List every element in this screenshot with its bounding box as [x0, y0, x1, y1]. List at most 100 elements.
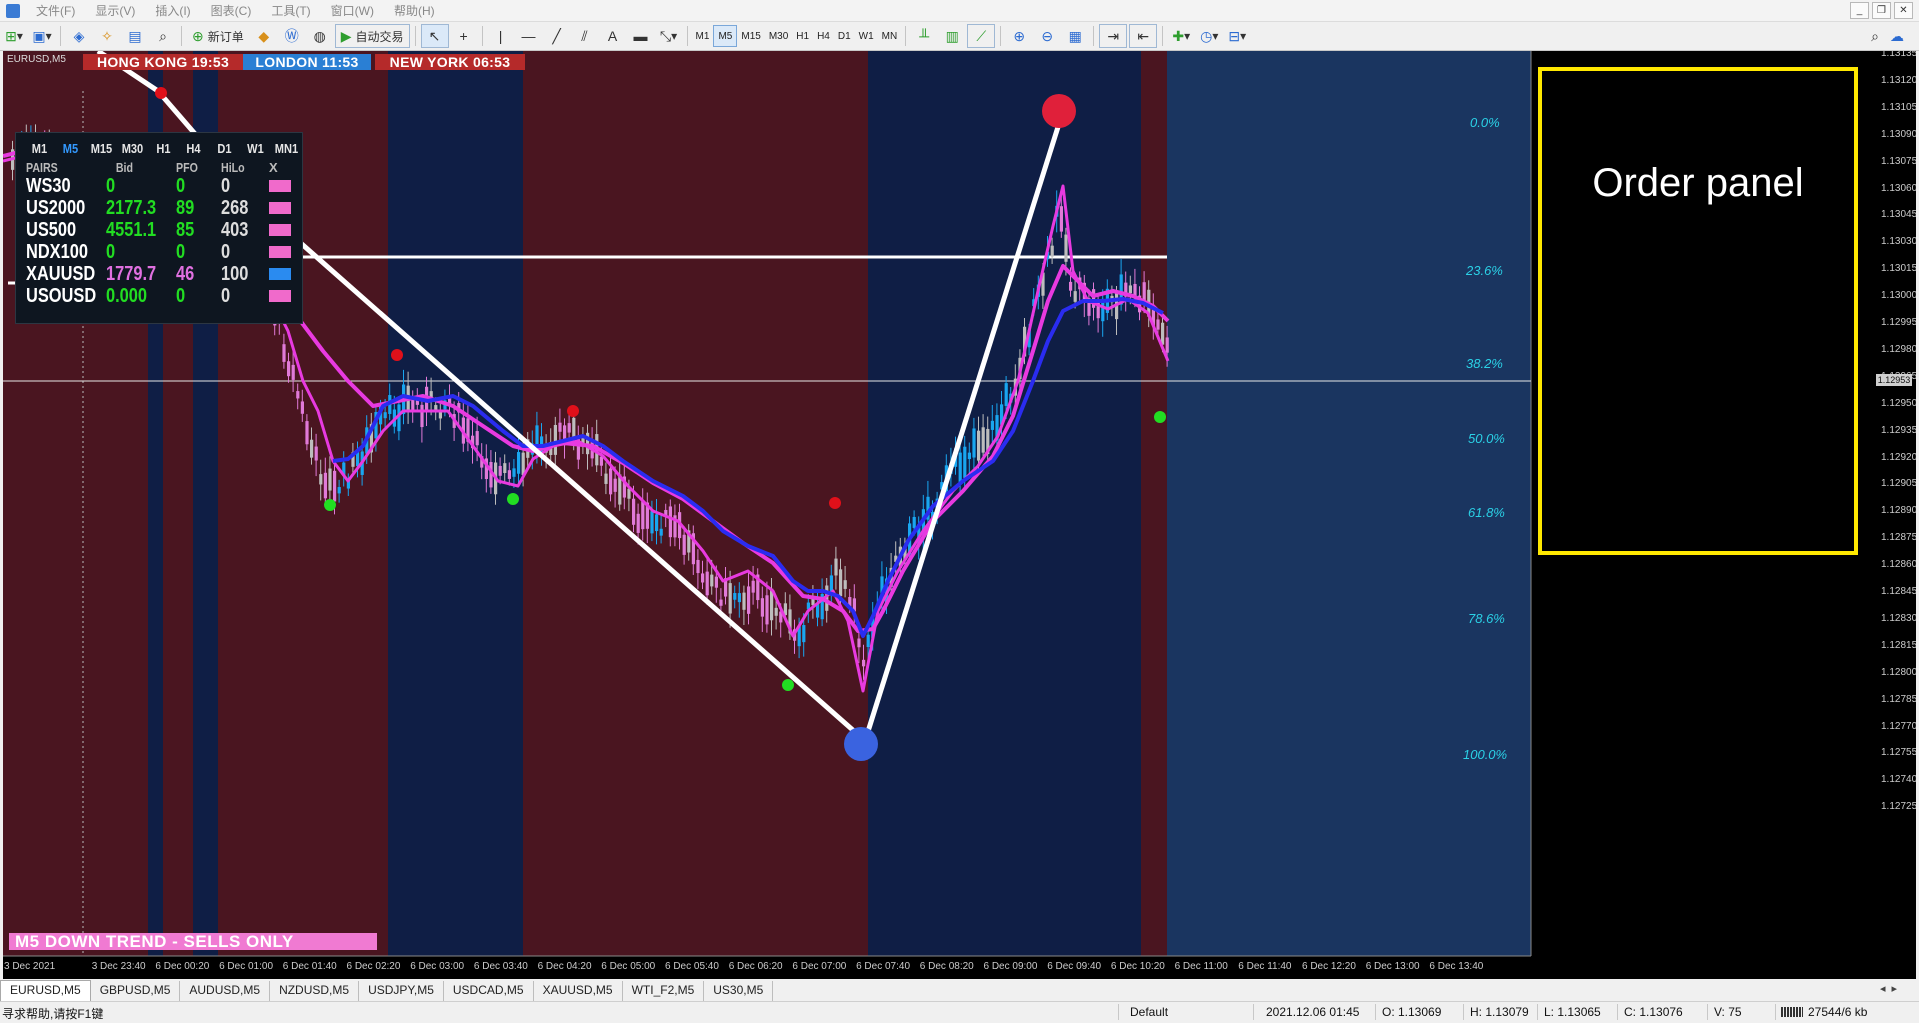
overview-tf-mn1[interactable]: MN1 [273, 141, 299, 156]
line-chart-icon[interactable]: ⟋ [967, 24, 996, 48]
chart-shift-icon[interactable]: ⇤ [1129, 24, 1158, 48]
horizontal-line-icon[interactable]: — [516, 25, 542, 47]
overview-tf-h4[interactable]: H4 [181, 141, 207, 156]
signals-icon[interactable]: Ⓦ [279, 25, 305, 47]
timeframe-m1[interactable]: M1 [692, 26, 714, 46]
status-separator [1375, 1004, 1376, 1020]
app-icon [6, 3, 20, 18]
timeframe-m5[interactable]: M5 [713, 25, 738, 47]
new-order-button[interactable]: ⊕ 新订单 [187, 25, 249, 47]
candlestick-icon[interactable]: ▥ [939, 25, 965, 47]
timeframe-m30[interactable]: M30 [765, 26, 792, 46]
tab-us30[interactable]: US30,M5 [704, 981, 774, 1001]
candle-body [963, 446, 967, 478]
timeframe-h4[interactable]: H4 [813, 26, 834, 46]
minimize-icon[interactable]: _ [1850, 2, 1869, 19]
candle-body [981, 427, 985, 453]
price-tick-label: 1.12830 [1881, 612, 1916, 624]
overview-signal-swatch[interactable] [269, 202, 291, 214]
overview-tf-m1[interactable]: M1 [26, 141, 52, 156]
status-open: O: 1.13069 [1382, 1005, 1442, 1019]
overview-signal-swatch[interactable] [269, 224, 291, 236]
text-icon[interactable]: A [600, 25, 626, 47]
close-icon[interactable]: ✕ [1894, 2, 1913, 19]
fib-level-0: 0.0% [1470, 115, 1500, 130]
indicators-icon[interactable]: ✚ ▾ [1168, 25, 1194, 47]
tab-nzdusd[interactable]: NZDUSD,M5 [270, 981, 360, 1001]
timeframe-mn[interactable]: MN [878, 26, 902, 46]
status-separator [1707, 1004, 1708, 1020]
navigator-icon[interactable]: ▤ [122, 25, 148, 47]
order-panel[interactable]: Order panel [1538, 67, 1858, 555]
metaeditor-icon[interactable]: ◆ [251, 25, 277, 47]
menu-help[interactable]: 帮助(H) [384, 2, 445, 19]
overview-signal-swatch[interactable] [269, 180, 291, 192]
buy-signal-dot [324, 499, 336, 511]
candle-body [553, 424, 557, 455]
tab-usdcad[interactable]: USDCAD,M5 [444, 981, 534, 1001]
templates-icon[interactable]: ⊟ ▾ [1224, 25, 1250, 47]
profiles-icon[interactable]: ▣ ▾ [29, 25, 55, 47]
overview-tf-h1[interactable]: H1 [150, 141, 176, 156]
tab-wti-f2[interactable]: WTI_F2,M5 [623, 981, 705, 1001]
zoom-in-icon[interactable]: ⊕ [1006, 25, 1032, 47]
channel-icon[interactable]: ⫽ [572, 25, 598, 47]
timeframe-m15[interactable]: M15 [737, 26, 764, 46]
restore-icon[interactable]: ❐ [1872, 2, 1891, 19]
price-chart[interactable]: EURUSD,M5 HONG KONG 19:53 LONDON 11:53 N… [3, 51, 1916, 979]
overview-tf-m15[interactable]: M15 [88, 141, 114, 156]
time-tick-label: 6 Dec 07:40 [856, 961, 911, 972]
time-tick-label: 6 Dec 03:00 [410, 961, 465, 972]
timeframe-d1[interactable]: D1 [834, 26, 855, 46]
strategy-tester-icon[interactable]: ⌕ [150, 25, 176, 47]
overview-signal-swatch[interactable] [269, 246, 291, 258]
overview-signal-swatch[interactable] [269, 290, 291, 302]
timeframe-h1[interactable]: H1 [792, 26, 813, 46]
menu-charts[interactable]: 图表(C) [201, 2, 262, 19]
tab-eurusd[interactable]: EURUSD,M5 [0, 980, 91, 1001]
tile-windows-icon[interactable]: ▦ [1062, 25, 1088, 47]
tab-audusd[interactable]: AUDUSD,M5 [180, 981, 271, 1001]
overview-pfo: 85 [176, 218, 195, 241]
price-tick-label: 1.12800 [1881, 666, 1916, 678]
overview-timeframes: M1 M5 M15 M30 H1 H4 D1 W1 MN1 [16, 133, 302, 156]
tab-scroll-arrows[interactable]: ◂▸ [1880, 982, 1903, 995]
menu-insert[interactable]: 插入(I) [145, 2, 200, 19]
new-order-label: 新订单 [207, 29, 244, 44]
vps-icon[interactable]: ◍ [307, 25, 333, 47]
overview-tf-w1[interactable]: W1 [243, 141, 269, 156]
cursor-icon[interactable]: ↖ [420, 24, 449, 48]
vertical-line-icon[interactable]: | [488, 25, 514, 47]
community-icon[interactable]: ☁ [1884, 25, 1910, 47]
timeframe-w1[interactable]: W1 [855, 26, 878, 46]
autoscroll-icon[interactable]: ⇥ [1099, 24, 1128, 48]
new-chart-icon[interactable]: ⊞ ▾ [1, 25, 27, 47]
tab-usdjpy[interactable]: USDJPY,M5 [359, 981, 444, 1001]
toolbar-separator [60, 26, 61, 46]
overview-tf-m30[interactable]: M30 [119, 141, 145, 156]
menu-view[interactable]: 显示(V) [85, 2, 145, 19]
tab-xauusd[interactable]: XAUUSD,M5 [534, 981, 623, 1001]
market-watch-icon[interactable]: ◈ [66, 25, 92, 47]
label-icon[interactable]: ▬ [628, 25, 654, 47]
crosshair-icon[interactable]: + [451, 25, 477, 47]
menu-tools[interactable]: 工具(T) [261, 2, 320, 19]
periods-icon[interactable]: ◷ ▾ [1196, 25, 1222, 47]
trendline-icon[interactable]: ╱ [544, 25, 570, 47]
shapes-icon[interactable]: ⤡ ▾ [656, 25, 682, 47]
candle-body [747, 586, 751, 614]
candle-body [1165, 337, 1169, 353]
data-window-icon[interactable]: ✧ [94, 25, 120, 47]
tab-gbpusd[interactable]: GBPUSD,M5 [91, 981, 181, 1001]
menu-file[interactable]: 文件(F) [26, 2, 85, 19]
menu-window[interactable]: 窗口(W) [321, 2, 384, 19]
zoom-out-icon[interactable]: ⊖ [1034, 25, 1060, 47]
bar-chart-icon[interactable]: ╨ [911, 25, 937, 47]
overview-tf-m5[interactable]: M5 [57, 141, 83, 156]
candle-body [1059, 206, 1063, 232]
candle-body [323, 472, 327, 499]
overview-signal-swatch[interactable] [269, 268, 291, 280]
overview-tf-d1[interactable]: D1 [212, 141, 238, 156]
auto-trading-button[interactable]: ▶ 自动交易 [334, 24, 410, 48]
overview-pfo: 89 [176, 196, 195, 219]
